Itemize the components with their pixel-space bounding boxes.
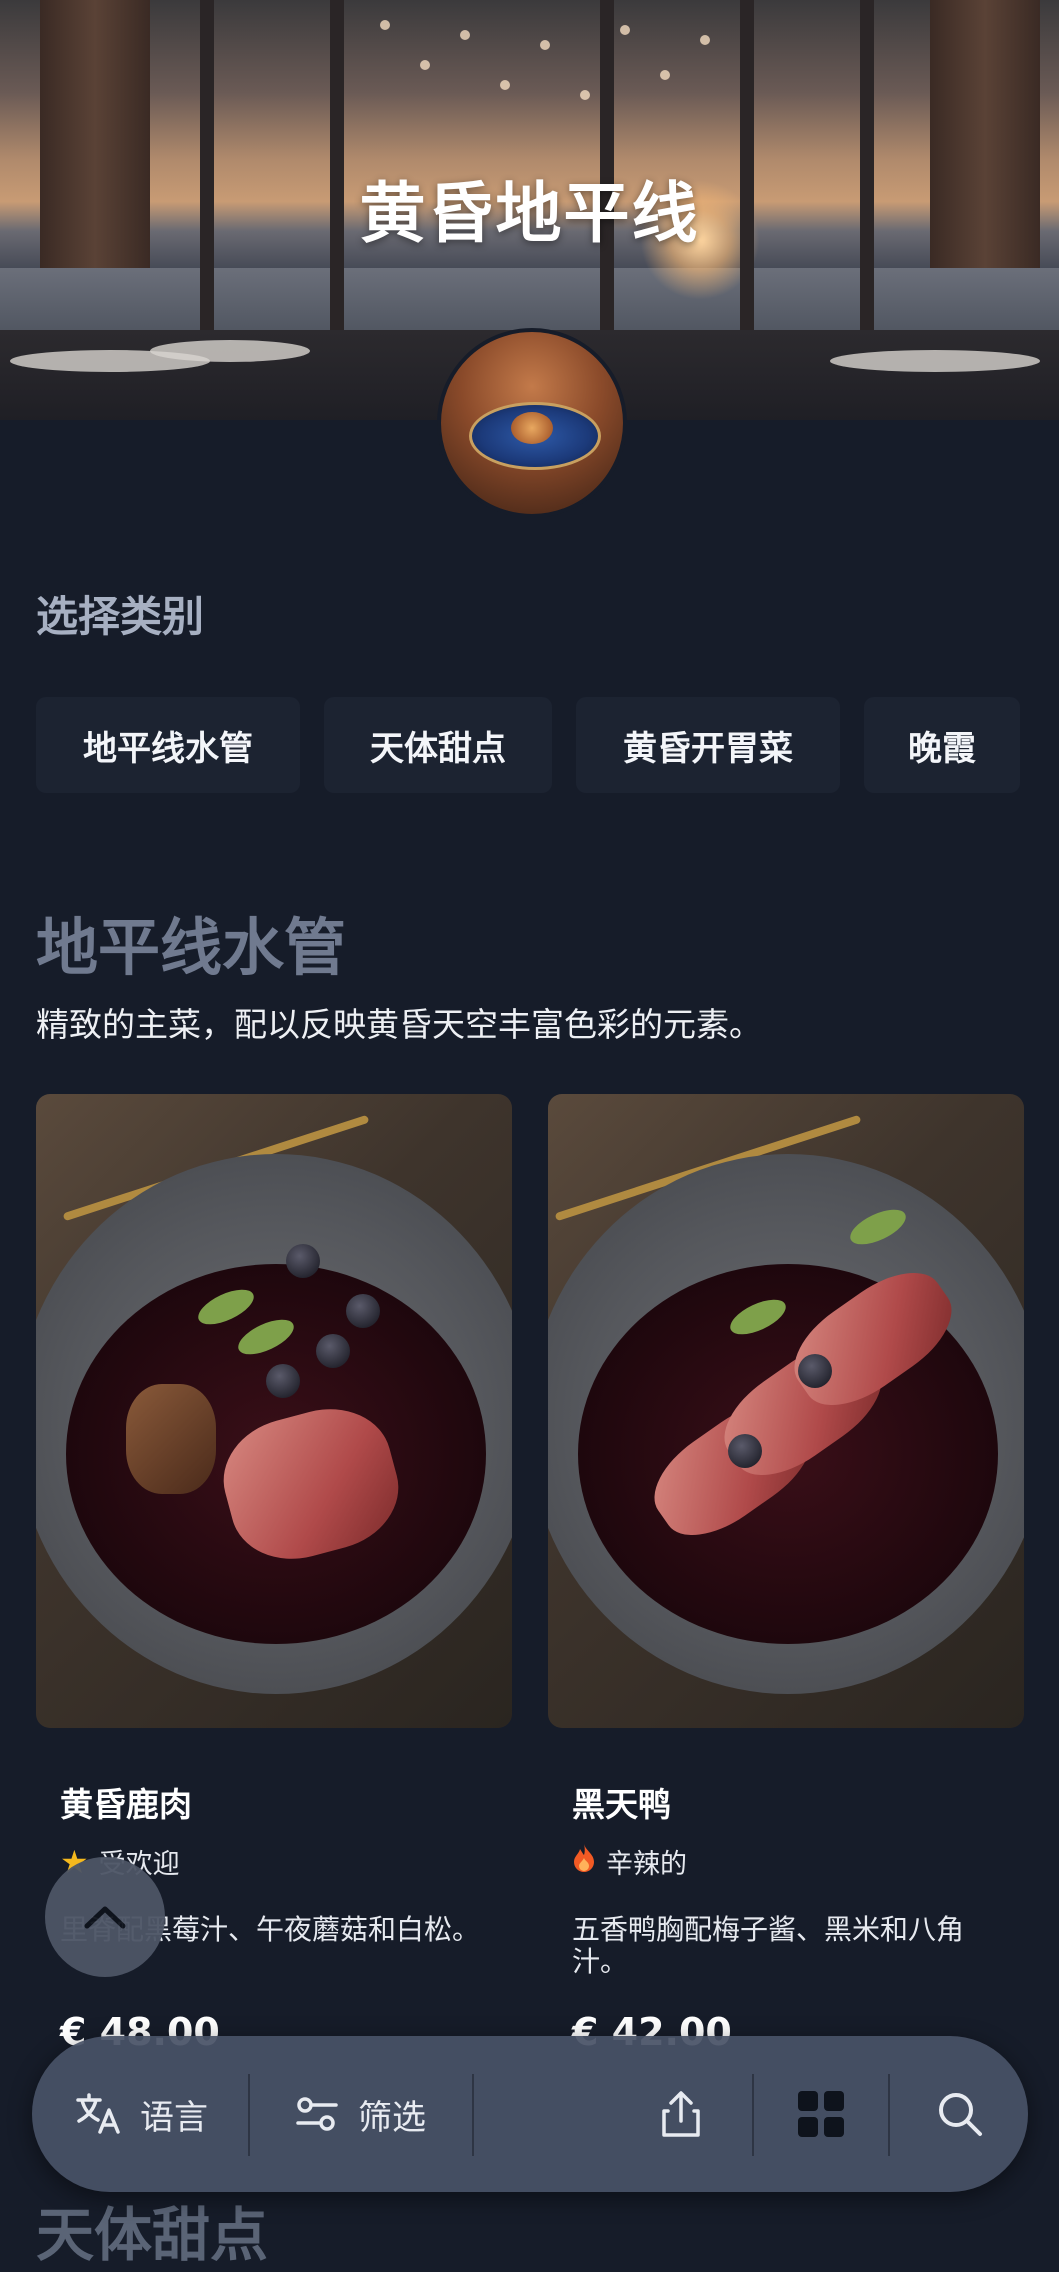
chandelier-drop — [660, 70, 670, 80]
filter-label: 筛选 — [358, 2097, 426, 2138]
flame-icon — [572, 1843, 596, 1881]
blackberry — [316, 1334, 350, 1368]
dish-tag-spicy: 辛辣的 — [572, 1842, 687, 1881]
blackberry — [266, 1364, 300, 1398]
share-button[interactable] — [658, 2036, 704, 2192]
chandelier-drop — [380, 20, 390, 30]
category-heading: 选择类别 — [36, 592, 205, 641]
section-description: 精致的主菜，配以反映黄昏天空丰富色彩的元素。 — [36, 1005, 762, 1044]
toolbar-divider — [472, 2074, 474, 2156]
search-icon — [939, 2093, 982, 2136]
chevron-up-icon — [84, 1906, 126, 1929]
restaurant-logo-avatar — [437, 328, 627, 518]
grid-view-button[interactable] — [796, 2036, 846, 2192]
dish-name[interactable]: 黑天鸭 — [572, 1778, 671, 1826]
category-chip-label: 地平线水管 — [83, 728, 253, 769]
avatar-food — [511, 412, 553, 444]
search-button[interactable] — [936, 2036, 984, 2192]
category-chip-sunset[interactable]: 晚霞 — [864, 697, 1020, 793]
toolbar-divider — [888, 2074, 890, 2156]
toolbar-divider — [752, 2074, 754, 2156]
dining-table — [150, 340, 310, 362]
filter-button[interactable]: 筛选 — [294, 2036, 426, 2192]
toolbar-divider — [248, 2074, 250, 2156]
language-label: 语言 — [140, 2097, 208, 2138]
bottom-toolbar: 语言 筛选 — [32, 2036, 1028, 2192]
category-chip-label: 天体甜点 — [370, 728, 506, 769]
dish-image-duck[interactable] — [548, 1094, 1024, 1728]
translate-icon — [76, 2093, 120, 2134]
chandelier-drop — [620, 25, 630, 35]
share-icon — [662, 2091, 700, 2137]
chandelier-drop — [540, 40, 550, 50]
dish-name[interactable]: 黄昏鹿肉 — [60, 1778, 192, 1826]
dish-tag-label: 辛辣的 — [606, 1849, 687, 1880]
section-title: 地平线水管 — [36, 911, 347, 984]
restaurant-title: 黄昏地平线 — [359, 175, 700, 252]
category-chip-main[interactable]: 地平线水管 — [36, 697, 300, 793]
category-chip-label: 晚霞 — [908, 728, 976, 769]
blackberry — [346, 1294, 380, 1328]
chandelier-drop — [500, 80, 510, 90]
grid-icon — [798, 2091, 844, 2137]
next-section-title: 天体甜点 — [36, 2201, 269, 2269]
category-chip-appetizers[interactable]: 黄昏开胃菜 — [576, 697, 840, 793]
chandelier-drop — [460, 30, 470, 40]
chandelier-drop — [420, 60, 430, 70]
language-button[interactable]: 语言 — [74, 2036, 208, 2192]
sauce-drop — [798, 1354, 832, 1388]
filter-sliders-icon — [296, 2097, 338, 2131]
category-chip-desserts[interactable]: 天体甜点 — [324, 697, 552, 793]
chandelier-drop — [580, 90, 590, 100]
mushroom — [126, 1384, 216, 1494]
dish-description: 五香鸭胸配梅子酱、黑米和八角汁。 — [572, 1913, 965, 1978]
dish-image-venison[interactable] — [36, 1094, 512, 1728]
chandelier-drop — [700, 35, 710, 45]
sauce-drop — [728, 1434, 762, 1468]
category-chip-label: 黄昏开胃菜 — [623, 728, 793, 769]
blackberry — [286, 1244, 320, 1278]
scroll-to-top-button[interactable] — [45, 1857, 165, 1977]
dining-table — [830, 350, 1040, 372]
